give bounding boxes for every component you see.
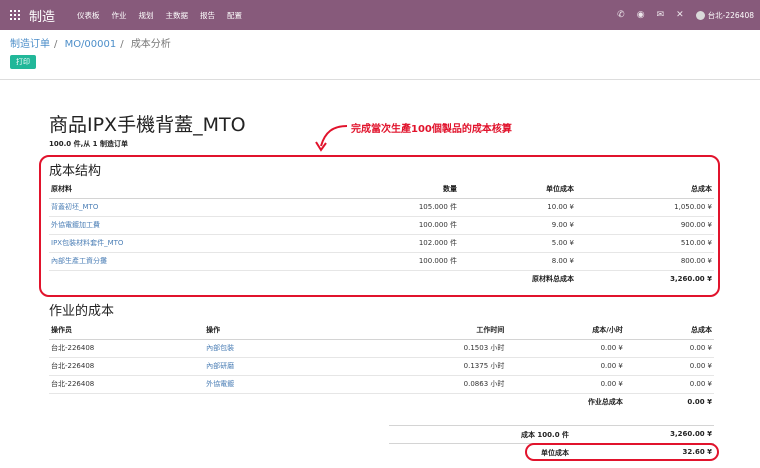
print-button[interactable]: 打印 — [10, 55, 36, 69]
col-operation: 操作 — [204, 322, 325, 340]
operation-link[interactable]: 外協電鍍 — [204, 375, 325, 394]
table-row: IPX包裝材料套件_MTO 102.000 件 5.00 ¥ 510.00 ¥ — [49, 234, 714, 253]
work-time: 0.1375 小时 — [324, 357, 507, 376]
breadcrumb: 制造订单 / MO/00001/ 成本分析 — [10, 39, 171, 50]
summary-divider — [389, 425, 714, 426]
cost-per-hour: 0.00 ¥ — [506, 357, 625, 376]
col-total-cost: 总成本 — [576, 181, 714, 199]
apps-menu-icon[interactable] — [10, 10, 20, 20]
product-title: 商品IPX手機背蓋_MTO — [49, 114, 246, 136]
op-total: 0.00 ¥ — [624, 339, 714, 358]
menu-dashboard[interactable]: 仪表板 — [77, 10, 100, 21]
material-total-label: 原材料总成本 — [459, 269, 576, 288]
cost-per-hour: 0.00 ¥ — [506, 339, 625, 358]
menu-master-data[interactable]: 主数据 — [166, 10, 189, 21]
activity-icon[interactable]: ◉ — [637, 10, 645, 20]
table-row: 背蓋初坯_MTO 105.000 件 10.00 ¥ 1,050.00 ¥ — [49, 198, 714, 217]
top-navbar: 制造 仪表板 作业 规划 主数据 报告 配置 ✆ ◉ ✉ ✕ 台北-226408 — [0, 0, 760, 30]
col-quantity: 数量 — [349, 181, 459, 199]
material-link[interactable]: IPX包裝材料套件_MTO — [49, 234, 349, 253]
divider — [0, 79, 760, 80]
operator: 台北-226408 — [49, 339, 205, 358]
chat-icon[interactable]: ✉ — [657, 10, 665, 20]
material-qty: 100.000 件 — [349, 216, 459, 235]
cost-structure-table: 原材料 数量 单位成本 总成本 背蓋初坯_MTO 105.000 件 10.00… — [49, 181, 714, 288]
summary-cost-value: 3,260.00 ¥ — [670, 430, 712, 438]
operation-link[interactable]: 內部包裝 — [204, 339, 325, 358]
user-name: 台北-226408 — [707, 10, 754, 20]
operation-link[interactable]: 內部研磨 — [204, 357, 325, 376]
table-row: 台北-226408 內部包裝 0.1503 小时 0.00 ¥ 0.00 ¥ — [49, 339, 714, 358]
material-unit: 10.00 ¥ — [459, 198, 576, 217]
app-brand[interactable]: 制造 — [29, 6, 55, 25]
col-material: 原材料 — [49, 181, 349, 199]
material-unit: 5.00 ¥ — [459, 234, 576, 253]
col-op-total: 总成本 — [624, 322, 714, 340]
close-icon[interactable]: ✕ — [676, 10, 684, 20]
op-total-label: 作业总成本 — [587, 398, 623, 407]
total-row: 作业总成本 0.00 ¥ — [49, 393, 714, 411]
table-header-row: 原材料 数量 单位成本 总成本 — [49, 181, 714, 199]
material-unit: 8.00 ¥ — [459, 252, 576, 271]
operator: 台北-226408 — [49, 375, 205, 394]
breadcrumb-mo[interactable]: MO/00001 — [65, 39, 117, 50]
annotation-text: 完成當次生產100個製品的成本核算 — [351, 124, 512, 135]
total-row: 原材料总成本 3,260.00 ¥ — [49, 269, 714, 288]
table-row: 台北-226408 外協電鍍 0.0863 小时 0.00 ¥ 0.00 ¥ — [49, 375, 714, 394]
material-qty: 100.000 件 — [349, 252, 459, 271]
operations-table: 操作员 操作 工作时间 成本/小时 总成本 台北-226408 內部包裝 0.1… — [49, 322, 714, 411]
unit-cost-highlight — [525, 443, 719, 461]
summary-cost-label: 成本 100.0 件 — [520, 431, 569, 439]
material-unit: 9.00 ¥ — [459, 216, 576, 235]
menu-configuration[interactable]: 配置 — [227, 10, 242, 21]
summary-cost-row: 成本 100.0 件 3,260.00 ¥ — [389, 430, 714, 440]
operator: 台北-226408 — [49, 357, 205, 376]
breadcrumb-manufacturing-orders[interactable]: 制造订单 — [10, 39, 50, 50]
product-subtitle: 100.0 件,从 1 制造订单 — [49, 140, 128, 148]
col-cost-per-hour: 成本/小时 — [506, 322, 625, 340]
breadcrumb-current: 成本分析 — [130, 39, 171, 50]
table-row: 內部生產工資分攤 100.000 件 8.00 ¥ 800.00 ¥ — [49, 252, 714, 271]
user-menu[interactable]: 台北-226408 — [695, 10, 754, 21]
avatar — [695, 10, 705, 20]
work-time: 0.0863 小时 — [324, 375, 507, 394]
op-total: 0.00 ¥ — [624, 357, 714, 376]
material-link[interactable]: 內部生產工資分攤 — [49, 252, 349, 271]
material-total-value: 3,260.00 ¥ — [576, 269, 714, 288]
col-work-time: 工作时间 — [324, 322, 507, 340]
work-time: 0.1503 小时 — [324, 339, 507, 358]
material-link[interactable]: 背蓋初坯_MTO — [49, 198, 349, 217]
cost-per-hour: 0.00 ¥ — [506, 375, 625, 394]
table-header-row: 操作员 操作 工作时间 成本/小时 总成本 — [49, 322, 714, 340]
material-total: 900.00 ¥ — [576, 216, 714, 235]
menu-operations[interactable]: 作业 — [112, 10, 127, 21]
operations-title: 作业的成本 — [49, 304, 115, 319]
col-operator: 操作员 — [49, 322, 205, 340]
phone-icon[interactable]: ✆ — [617, 10, 625, 20]
material-qty: 105.000 件 — [349, 198, 459, 217]
table-row: 外協電鍍加工費 100.000 件 9.00 ¥ 900.00 ¥ — [49, 216, 714, 235]
op-total: 0.00 ¥ — [624, 375, 714, 394]
material-total: 800.00 ¥ — [576, 252, 714, 271]
op-total-value: 0.00 ¥ — [687, 398, 712, 407]
menu-planning[interactable]: 规划 — [139, 10, 154, 21]
table-row: 台北-226408 內部研磨 0.1375 小时 0.00 ¥ 0.00 ¥ — [49, 357, 714, 376]
annotation-arrow-icon — [315, 125, 348, 152]
material-link[interactable]: 外協電鍍加工費 — [49, 216, 349, 235]
menu-reporting[interactable]: 报告 — [200, 10, 215, 21]
material-qty: 102.000 件 — [349, 234, 459, 253]
material-total: 510.00 ¥ — [576, 234, 714, 253]
col-unit-cost: 单位成本 — [459, 181, 576, 199]
material-total: 1,050.00 ¥ — [576, 198, 714, 217]
